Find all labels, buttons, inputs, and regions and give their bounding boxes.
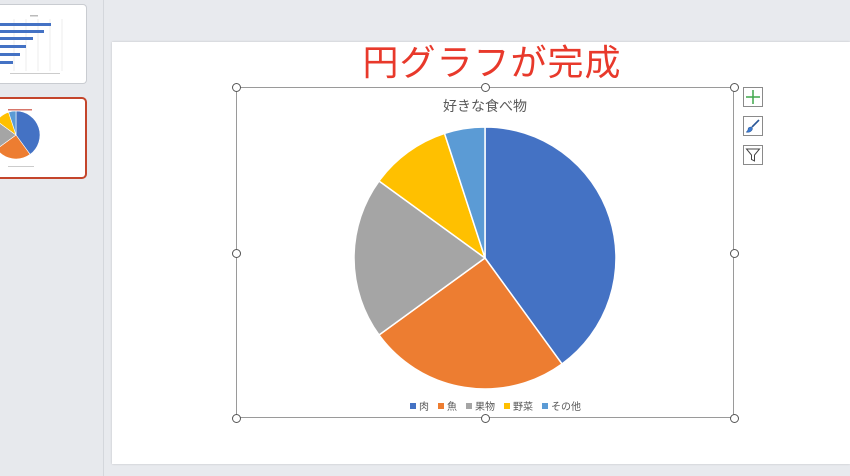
slide-thumbnail-2[interactable] bbox=[0, 97, 87, 179]
legend-label: 肉 bbox=[419, 402, 429, 413]
pie-chart-thumbnail-graphic bbox=[0, 109, 41, 167]
legend-item[interactable]: 肉 bbox=[410, 398, 429, 413]
legend-item[interactable]: 果物 bbox=[466, 398, 495, 413]
legend-item[interactable]: その他 bbox=[542, 398, 581, 413]
resize-handle-top-right[interactable] bbox=[730, 83, 739, 92]
slide-thumbnail-pane bbox=[0, 0, 104, 476]
resize-handle-bottom-right[interactable] bbox=[730, 414, 739, 423]
chart-selection-frame[interactable] bbox=[236, 87, 734, 418]
resize-handle-right[interactable] bbox=[730, 249, 739, 258]
slide-thumbnail-1[interactable] bbox=[0, 4, 87, 84]
bar-chart-thumbnail-graphic bbox=[0, 15, 63, 74]
chart-legend[interactable]: 肉 魚 果物 野菜 その他 bbox=[410, 398, 581, 413]
legend-item[interactable]: 魚 bbox=[438, 398, 457, 413]
legend-swatch bbox=[438, 402, 444, 409]
legend-label: その他 bbox=[551, 402, 581, 413]
legend-label: 魚 bbox=[447, 402, 457, 413]
legend-item[interactable]: 野菜 bbox=[504, 398, 533, 413]
funnel-icon bbox=[745, 148, 761, 162]
chart-filters-button[interactable] bbox=[743, 145, 763, 165]
thumbnail-pie bbox=[0, 110, 41, 160]
legend-swatch bbox=[542, 402, 548, 409]
legend-swatch bbox=[410, 402, 416, 409]
resize-handle-bottom-left[interactable] bbox=[232, 414, 241, 423]
legend-swatch bbox=[504, 402, 510, 409]
legend-label: 果物 bbox=[475, 402, 495, 413]
legend-swatch bbox=[466, 402, 472, 409]
slide-title[interactable]: 円グラフが完成 bbox=[292, 42, 692, 86]
resize-handle-top-left[interactable] bbox=[232, 83, 241, 92]
resize-handle-top[interactable] bbox=[481, 83, 490, 92]
chart-styles-button[interactable] bbox=[743, 116, 763, 136]
resize-handle-bottom[interactable] bbox=[481, 414, 490, 423]
paintbrush-icon bbox=[745, 119, 760, 133]
presentation-app: 円グラフが完成 好きな食べ物 肉 魚 果物 野菜 その他 bbox=[0, 0, 850, 476]
plus-icon bbox=[746, 90, 760, 104]
resize-handle-left[interactable] bbox=[232, 249, 241, 258]
chart-elements-button[interactable] bbox=[743, 87, 763, 107]
legend-label: 野菜 bbox=[513, 402, 533, 413]
chart-title[interactable]: 好きな食べ物 bbox=[236, 96, 734, 116]
